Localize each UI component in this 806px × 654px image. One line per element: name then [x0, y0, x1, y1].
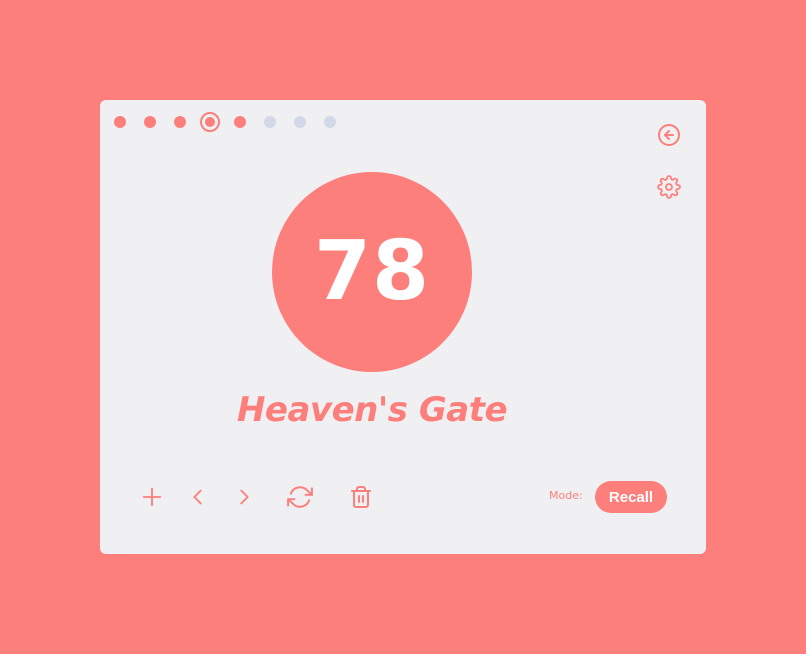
mode-label: Mode: [549, 489, 583, 502]
progress-dot-6[interactable] [264, 116, 276, 128]
score-value: 78 [313, 224, 431, 319]
settings-button[interactable] [655, 175, 683, 199]
previous-button[interactable] [186, 485, 210, 509]
progress-dot-5[interactable] [234, 116, 246, 128]
flashcard-panel: 78 Heaven's Gate Mode: Recall [100, 100, 706, 554]
arrow-left-circle-icon [658, 124, 680, 146]
plus-icon [142, 487, 162, 507]
chevron-right-icon [240, 489, 249, 505]
progress-dot-2[interactable] [144, 116, 156, 128]
trash-icon [351, 486, 371, 508]
refresh-button[interactable] [286, 484, 314, 510]
mode-toggle-button[interactable]: Recall [595, 481, 667, 513]
next-button[interactable] [232, 485, 256, 509]
refresh-icon [287, 486, 313, 508]
progress-dot-3[interactable] [174, 116, 186, 128]
add-button[interactable] [140, 485, 164, 509]
chevron-left-icon [193, 489, 202, 505]
card-title: Heaven's Gate [236, 390, 508, 430]
back-button[interactable] [655, 123, 683, 147]
progress-dot-1[interactable] [114, 116, 126, 128]
delete-button[interactable] [348, 484, 374, 510]
progress-dot-7[interactable] [294, 116, 306, 128]
progress-dot-4-current[interactable] [200, 112, 220, 132]
progress-dot-8[interactable] [324, 116, 336, 128]
gear-icon [657, 175, 681, 199]
score-circle: 78 [272, 172, 472, 372]
